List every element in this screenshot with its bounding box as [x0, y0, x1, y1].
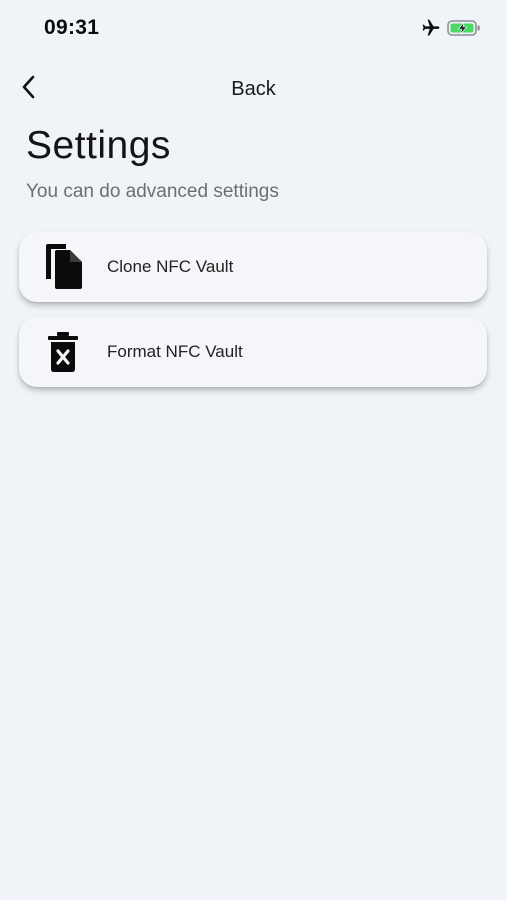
format-nfc-vault-button[interactable]: Format NFC Vault [19, 317, 487, 387]
clone-nfc-vault-button[interactable]: Clone NFC Vault [19, 232, 487, 302]
battery-charging-icon [447, 19, 481, 42]
format-nfc-vault-label: Format NFC Vault [107, 342, 243, 361]
clone-nfc-vault-label: Clone NFC Vault [107, 257, 234, 276]
copy-files-icon [41, 243, 85, 291]
status-icons [421, 18, 481, 43]
status-bar: 09:31 [0, 0, 507, 56]
status-time: 09:31 [44, 16, 100, 39]
back-label[interactable]: Back [0, 78, 507, 101]
page-subtitle: You can do advanced settings [26, 181, 279, 202]
delete-bin-icon [41, 328, 85, 376]
airplane-icon [421, 18, 441, 43]
page-title: Settings [26, 124, 171, 167]
settings-menu: Clone NFC Vault Format NFC Vault [19, 232, 487, 402]
navigation-bar: Back [0, 66, 507, 112]
